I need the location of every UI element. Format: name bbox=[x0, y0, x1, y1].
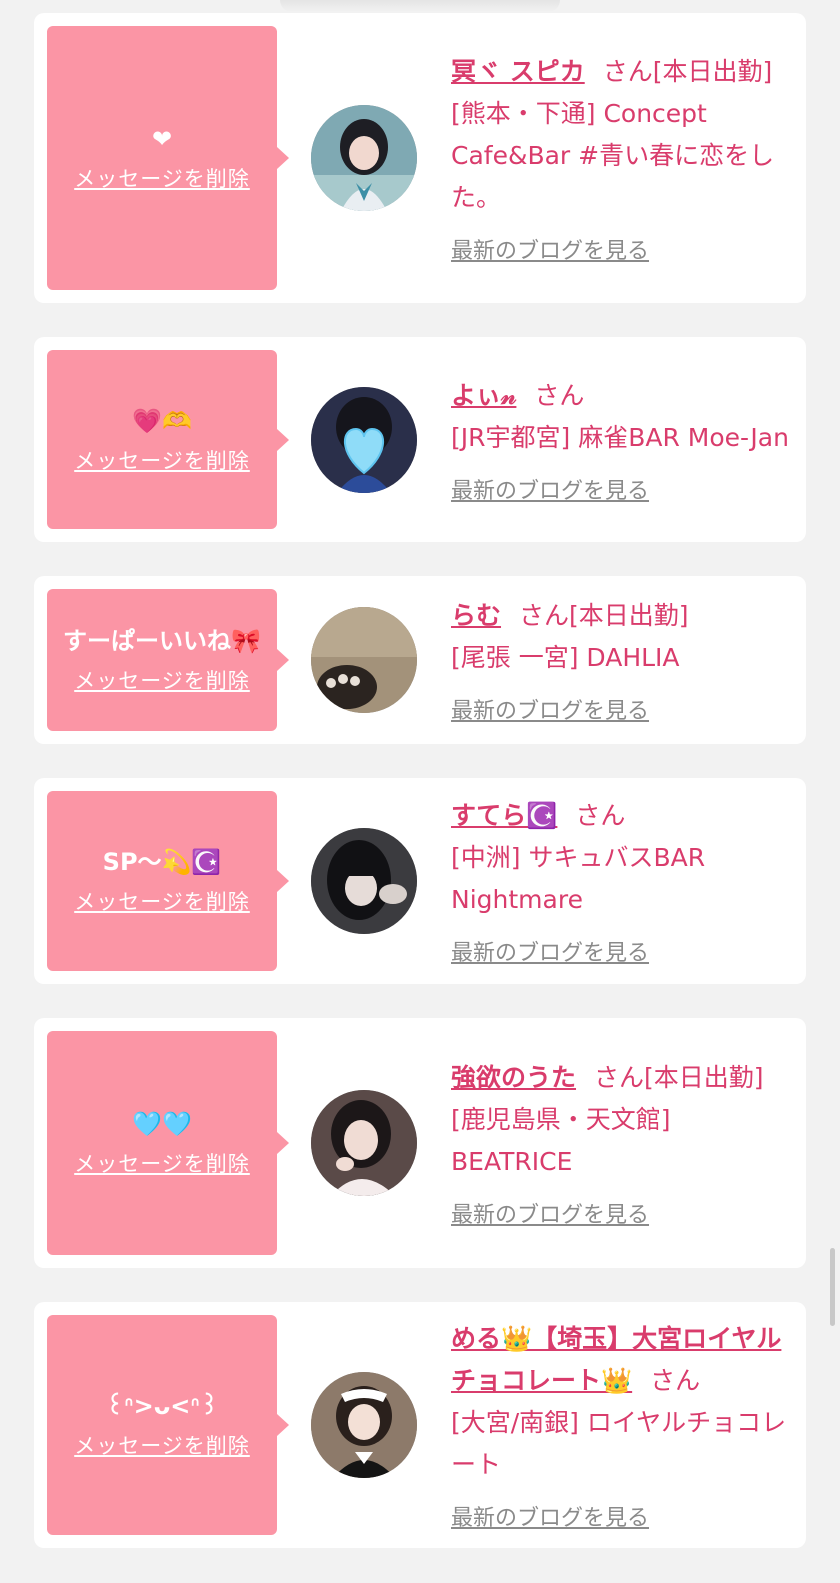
list-item: ꒰ᐢ>ᴗ<ᐢ꒱ メッセージを削除 める👑【埼玉】大宮ロイヤルチョコレート👑 さん … bbox=[34, 1302, 806, 1548]
message-text: SP〜💫☪️ bbox=[102, 848, 222, 876]
cast-name-link[interactable]: すてら☪️ bbox=[451, 801, 557, 830]
attendance-status: [本日出勤] bbox=[644, 1063, 764, 1092]
message-text: 🩵🩵 bbox=[132, 1110, 192, 1138]
cast-name-link[interactable]: める👑【埼玉】大宮ロイヤルチョコレート👑 bbox=[451, 1324, 781, 1395]
delete-message-link[interactable]: メッセージを削除 bbox=[74, 886, 250, 916]
san-suffix: さん bbox=[650, 1366, 701, 1395]
message-text: すーぱーいいね🎀 bbox=[63, 627, 261, 655]
shop-name: [中洲] サキュバスBAR Nightmare bbox=[451, 843, 706, 914]
message-bubble: すーぱーいいね🎀 メッセージを削除 bbox=[47, 589, 277, 731]
cast-name-link[interactable]: らむ bbox=[451, 601, 501, 630]
name-line: らむ さん[本日出勤] bbox=[451, 595, 791, 637]
message-bubble: SP〜💫☪️ メッセージを削除 bbox=[47, 791, 277, 971]
latest-blog-link[interactable]: 最新のブログを見る bbox=[451, 693, 649, 725]
message-bubble: ꒰ᐢ>ᴗ<ᐢ꒱ メッセージを削除 bbox=[47, 1315, 277, 1535]
name-line: すてら☪️ さん bbox=[451, 795, 791, 837]
delete-message-link[interactable]: メッセージを削除 bbox=[74, 163, 250, 193]
attendance-status: [本日出勤] bbox=[569, 601, 689, 630]
avatar[interactable] bbox=[311, 1090, 417, 1196]
cast-info: すてら☪️ さん [中洲] サキュバスBAR Nightmare 最新のブログを見… bbox=[451, 795, 791, 967]
cast-name-link[interactable]: 冥ヾ スピカ bbox=[451, 57, 585, 86]
san-suffix: さん bbox=[519, 601, 570, 630]
delete-message-link[interactable]: メッセージを削除 bbox=[74, 665, 250, 695]
message-list: ❤ メッセージを削除 冥ヾ スピカ さん[本日出勤] [熊本・下通] Concep… bbox=[34, 13, 806, 1548]
cast-name-link[interactable]: 強欲のうた bbox=[451, 1063, 576, 1092]
attendance-status: [本日出勤] bbox=[652, 57, 773, 86]
san-suffix: さん bbox=[575, 801, 626, 830]
list-item: ❤ メッセージを削除 冥ヾ スピカ さん[本日出勤] [熊本・下通] Concep… bbox=[34, 13, 806, 303]
message-bubble: 🩵🩵 メッセージを削除 bbox=[47, 1031, 277, 1255]
cast-info: らむ さん[本日出勤] [尾張 一宮] DAHLIA 最新のブログを見る bbox=[451, 595, 791, 725]
avatar[interactable] bbox=[311, 828, 417, 934]
shop-name: [大宮/南銀] ロイヤルチョコレート bbox=[451, 1408, 787, 1479]
cast-info: 冥ヾ スピカ さん[本日出勤] [熊本・下通] Concept Cafe&Bar … bbox=[451, 51, 791, 265]
delete-message-link[interactable]: メッセージを削除 bbox=[74, 445, 250, 475]
avatar[interactable] bbox=[311, 105, 417, 211]
message-text: ❤ bbox=[151, 125, 173, 153]
cast-info: 強欲のうた さん[本日出勤] [鹿児島県・天文館] BEATRICE 最新のブログ… bbox=[451, 1057, 791, 1229]
avatar[interactable] bbox=[311, 386, 417, 493]
latest-blog-link[interactable]: 最新のブログを見る bbox=[451, 473, 649, 505]
avatar-wrap bbox=[277, 1090, 451, 1196]
list-item: 🩵🩵 メッセージを削除 強欲のうた さん[本日出勤] [鹿児島県・天文館] BEA… bbox=[34, 1018, 806, 1268]
list-item: SP〜💫☪️ メッセージを削除 すてら☪️ さん [中洲] サキュバスBAR Ni… bbox=[34, 778, 806, 984]
shop-name: [JR宇都宮] 麻雀BAR Moe-Jan bbox=[451, 422, 789, 452]
san-suffix: さん bbox=[534, 380, 585, 410]
shop-name: [鹿児島県・天文館] BEATRICE bbox=[451, 1105, 671, 1176]
delete-message-link[interactable]: メッセージを削除 bbox=[74, 1148, 250, 1178]
list-item: 💗🫶 メッセージを削除 よぃ𝓃 さん [JR宇都宮] 麻雀BAR Moe-Jan … bbox=[34, 337, 806, 542]
cast-info: よぃ𝓃 さん [JR宇都宮] 麻雀BAR Moe-Jan 最新のブログを見る bbox=[451, 375, 791, 505]
avatar-wrap bbox=[277, 105, 451, 211]
avatar-wrap bbox=[277, 1372, 451, 1478]
name-line: 強欲のうた さん[本日出勤] bbox=[451, 1057, 791, 1099]
list-item: すーぱーいいね🎀 メッセージを削除 らむ さん[本日出勤] [尾張 一宮] DAH… bbox=[34, 576, 806, 744]
name-line: める👑【埼玉】大宮ロイヤルチョコレート👑 さん bbox=[451, 1318, 791, 1402]
message-text: 💗🫶 bbox=[132, 406, 192, 435]
name-line: 冥ヾ スピカ さん[本日出勤] bbox=[451, 51, 791, 93]
avatar[interactable] bbox=[311, 607, 417, 713]
message-text: ꒰ᐢ>ᴗ<ᐢ꒱ bbox=[105, 1392, 219, 1420]
top-shadow bbox=[280, 0, 560, 12]
avatar-wrap bbox=[277, 386, 451, 493]
avatar-wrap bbox=[277, 607, 451, 713]
avatar-wrap bbox=[277, 828, 451, 934]
san-suffix: さん bbox=[594, 1063, 645, 1092]
avatar[interactable] bbox=[311, 1372, 417, 1478]
scrollbar[interactable] bbox=[830, 1248, 835, 1326]
shop-name: [熊本・下通] Concept Cafe&Bar #青い春に恋をした。 bbox=[451, 99, 775, 212]
delete-message-link[interactable]: メッセージを削除 bbox=[74, 1430, 250, 1460]
latest-blog-link[interactable]: 最新のブログを見る bbox=[451, 233, 649, 265]
shop-name: [尾張 一宮] DAHLIA bbox=[451, 643, 680, 672]
message-bubble: 💗🫶 メッセージを削除 bbox=[47, 350, 277, 529]
latest-blog-link[interactable]: 最新のブログを見る bbox=[451, 1197, 649, 1229]
name-line: よぃ𝓃 さん bbox=[451, 375, 791, 417]
cast-name-link[interactable]: よぃ𝓃 bbox=[451, 381, 516, 410]
latest-blog-link[interactable]: 最新のブログを見る bbox=[451, 935, 649, 967]
san-suffix: さん bbox=[602, 57, 653, 86]
message-bubble: ❤ メッセージを削除 bbox=[47, 26, 277, 290]
latest-blog-link[interactable]: 最新のブログを見る bbox=[451, 1500, 649, 1532]
cast-info: める👑【埼玉】大宮ロイヤルチョコレート👑 さん [大宮/南銀] ロイヤルチョコレー… bbox=[451, 1318, 791, 1532]
